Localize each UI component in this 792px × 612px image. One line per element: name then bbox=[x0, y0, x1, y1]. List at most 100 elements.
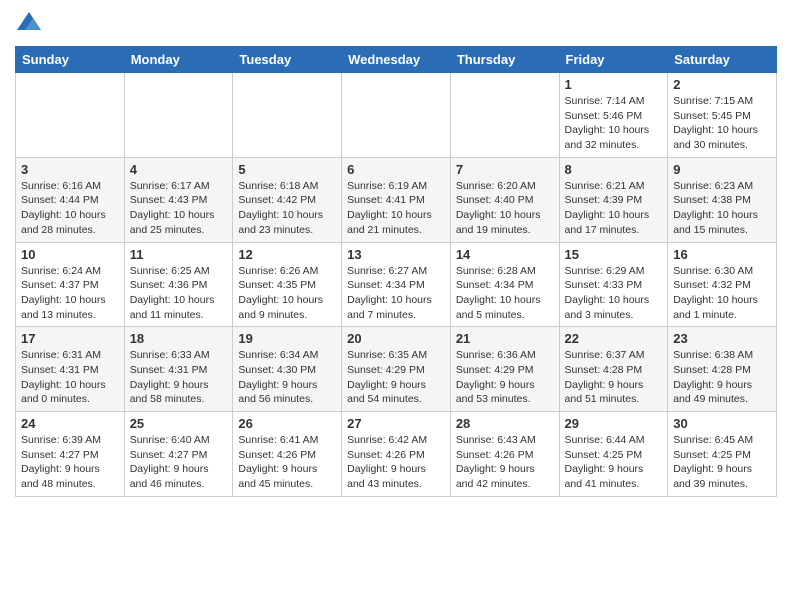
day-number: 10 bbox=[21, 247, 119, 262]
calendar-day-cell: 9 Sunrise: 6:23 AM Sunset: 4:38 PM Daylig… bbox=[668, 157, 777, 242]
day-number: 6 bbox=[347, 162, 445, 177]
calendar-day-cell: 28 Sunrise: 6:43 AM Sunset: 4:26 PM Dayli… bbox=[450, 412, 559, 497]
day-info: Sunrise: 6:36 AM Sunset: 4:29 PM Dayligh… bbox=[456, 348, 554, 407]
day-number: 4 bbox=[130, 162, 228, 177]
day-info: Sunrise: 6:34 AM Sunset: 4:30 PM Dayligh… bbox=[238, 348, 336, 407]
day-info: Sunrise: 6:17 AM Sunset: 4:43 PM Dayligh… bbox=[130, 179, 228, 238]
day-number: 9 bbox=[673, 162, 771, 177]
day-number: 13 bbox=[347, 247, 445, 262]
calendar-day-cell: 13Sunrise: 6:27 AM Sunset: 4:34 PM Dayli… bbox=[342, 242, 451, 327]
day-info: Sunrise: 6:19 AM Sunset: 4:41 PM Dayligh… bbox=[347, 179, 445, 238]
day-info: Sunrise: 6:30 AM Sunset: 4:32 PM Dayligh… bbox=[673, 264, 771, 323]
weekday-header-monday: Monday bbox=[124, 47, 233, 73]
calendar-day-cell: 10 Sunrise: 6:24 AM Sunset: 4:37 PM Dayli… bbox=[16, 242, 125, 327]
day-info: Sunrise: 6:42 AM Sunset: 4:26 PM Dayligh… bbox=[347, 433, 445, 492]
day-info: Sunrise: 6:24 AM Sunset: 4:37 PM Dayligh… bbox=[21, 264, 119, 323]
day-number: 22 bbox=[565, 331, 663, 346]
calendar-day-cell: 30 Sunrise: 6:45 AM Sunset: 4:25 PM Dayli… bbox=[668, 412, 777, 497]
calendar-day-cell bbox=[124, 73, 233, 158]
calendar-day-cell bbox=[16, 73, 125, 158]
weekday-header-wednesday: Wednesday bbox=[342, 47, 451, 73]
day-number: 14 bbox=[456, 247, 554, 262]
day-number: 16 bbox=[673, 247, 771, 262]
day-info: Sunrise: 6:25 AM Sunset: 4:36 PM Dayligh… bbox=[130, 264, 228, 323]
day-info: Sunrise: 6:18 AM Sunset: 4:42 PM Dayligh… bbox=[238, 179, 336, 238]
calendar-day-cell: 12 Sunrise: 6:26 AM Sunset: 4:35 PM Dayli… bbox=[233, 242, 342, 327]
calendar-day-cell: 14 Sunrise: 6:28 AM Sunset: 4:34 PM Dayli… bbox=[450, 242, 559, 327]
day-info: Sunrise: 6:26 AM Sunset: 4:35 PM Dayligh… bbox=[238, 264, 336, 323]
calendar-table: SundayMondayTuesdayWednesdayThursdayFrid… bbox=[15, 46, 777, 497]
day-number: 12 bbox=[238, 247, 336, 262]
day-info: Sunrise: 6:37 AM Sunset: 4:28 PM Dayligh… bbox=[565, 348, 663, 407]
calendar-day-cell: 7 Sunrise: 6:20 AM Sunset: 4:40 PM Daylig… bbox=[450, 157, 559, 242]
day-info: Sunrise: 7:15 AM Sunset: 5:45 PM Dayligh… bbox=[673, 94, 771, 153]
page: SundayMondayTuesdayWednesdayThursdayFrid… bbox=[0, 0, 792, 507]
weekday-header-saturday: Saturday bbox=[668, 47, 777, 73]
day-number: 8 bbox=[565, 162, 663, 177]
day-info: Sunrise: 6:38 AM Sunset: 4:28 PM Dayligh… bbox=[673, 348, 771, 407]
day-info: Sunrise: 6:44 AM Sunset: 4:25 PM Dayligh… bbox=[565, 433, 663, 492]
day-info: Sunrise: 6:45 AM Sunset: 4:25 PM Dayligh… bbox=[673, 433, 771, 492]
calendar-day-cell: 3Sunrise: 6:16 AM Sunset: 4:44 PM Daylig… bbox=[16, 157, 125, 242]
day-number: 21 bbox=[456, 331, 554, 346]
calendar-day-cell: 22 Sunrise: 6:37 AM Sunset: 4:28 PM Dayli… bbox=[559, 327, 668, 412]
day-number: 25 bbox=[130, 416, 228, 431]
day-number: 11 bbox=[130, 247, 228, 262]
calendar-week-row: 17 Sunrise: 6:31 AM Sunset: 4:31 PM Dayli… bbox=[16, 327, 777, 412]
day-number: 30 bbox=[673, 416, 771, 431]
day-info: Sunrise: 6:41 AM Sunset: 4:26 PM Dayligh… bbox=[238, 433, 336, 492]
day-info: Sunrise: 6:31 AM Sunset: 4:31 PM Dayligh… bbox=[21, 348, 119, 407]
header bbox=[15, 10, 777, 38]
calendar-day-cell: 11 Sunrise: 6:25 AM Sunset: 4:36 PM Dayli… bbox=[124, 242, 233, 327]
weekday-header-sunday: Sunday bbox=[16, 47, 125, 73]
calendar-day-cell: 26 Sunrise: 6:41 AM Sunset: 4:26 PM Dayli… bbox=[233, 412, 342, 497]
day-info: Sunrise: 6:23 AM Sunset: 4:38 PM Dayligh… bbox=[673, 179, 771, 238]
day-number: 19 bbox=[238, 331, 336, 346]
day-info: Sunrise: 7:14 AM Sunset: 5:46 PM Dayligh… bbox=[565, 94, 663, 153]
day-number: 2 bbox=[673, 77, 771, 92]
calendar-day-cell: 1 Sunrise: 7:14 AM Sunset: 5:46 PM Daylig… bbox=[559, 73, 668, 158]
weekday-header-friday: Friday bbox=[559, 47, 668, 73]
calendar-week-row: 10 Sunrise: 6:24 AM Sunset: 4:37 PM Dayli… bbox=[16, 242, 777, 327]
calendar-day-cell: 6 Sunrise: 6:19 AM Sunset: 4:41 PM Daylig… bbox=[342, 157, 451, 242]
calendar-day-cell: 27 Sunrise: 6:42 AM Sunset: 4:26 PM Dayli… bbox=[342, 412, 451, 497]
day-number: 5 bbox=[238, 162, 336, 177]
calendar-day-cell: 21 Sunrise: 6:36 AM Sunset: 4:29 PM Dayli… bbox=[450, 327, 559, 412]
day-number: 26 bbox=[238, 416, 336, 431]
weekday-header-tuesday: Tuesday bbox=[233, 47, 342, 73]
calendar-day-cell: 19 Sunrise: 6:34 AM Sunset: 4:30 PM Dayli… bbox=[233, 327, 342, 412]
day-number: 29 bbox=[565, 416, 663, 431]
day-info: Sunrise: 6:43 AM Sunset: 4:26 PM Dayligh… bbox=[456, 433, 554, 492]
day-info: Sunrise: 6:20 AM Sunset: 4:40 PM Dayligh… bbox=[456, 179, 554, 238]
day-number: 24 bbox=[21, 416, 119, 431]
day-number: 17 bbox=[21, 331, 119, 346]
day-number: 1 bbox=[565, 77, 663, 92]
day-number: 27 bbox=[347, 416, 445, 431]
weekday-header-thursday: Thursday bbox=[450, 47, 559, 73]
day-info: Sunrise: 6:16 AM Sunset: 4:44 PM Dayligh… bbox=[21, 179, 119, 238]
calendar-day-cell: 25 Sunrise: 6:40 AM Sunset: 4:27 PM Dayli… bbox=[124, 412, 233, 497]
calendar-day-cell: 4 Sunrise: 6:17 AM Sunset: 4:43 PM Daylig… bbox=[124, 157, 233, 242]
day-number: 7 bbox=[456, 162, 554, 177]
day-info: Sunrise: 6:40 AM Sunset: 4:27 PM Dayligh… bbox=[130, 433, 228, 492]
calendar-day-cell: 5 Sunrise: 6:18 AM Sunset: 4:42 PM Daylig… bbox=[233, 157, 342, 242]
calendar-day-cell bbox=[342, 73, 451, 158]
day-info: Sunrise: 6:35 AM Sunset: 4:29 PM Dayligh… bbox=[347, 348, 445, 407]
day-number: 20 bbox=[347, 331, 445, 346]
day-info: Sunrise: 6:28 AM Sunset: 4:34 PM Dayligh… bbox=[456, 264, 554, 323]
calendar-day-cell: 29 Sunrise: 6:44 AM Sunset: 4:25 PM Dayli… bbox=[559, 412, 668, 497]
calendar-day-cell bbox=[233, 73, 342, 158]
logo bbox=[15, 10, 47, 38]
day-info: Sunrise: 6:33 AM Sunset: 4:31 PM Dayligh… bbox=[130, 348, 228, 407]
calendar-day-cell: 8Sunrise: 6:21 AM Sunset: 4:39 PM Daylig… bbox=[559, 157, 668, 242]
calendar-week-row: 24Sunrise: 6:39 AM Sunset: 4:27 PM Dayli… bbox=[16, 412, 777, 497]
day-number: 18 bbox=[130, 331, 228, 346]
day-number: 28 bbox=[456, 416, 554, 431]
weekday-header-row: SundayMondayTuesdayWednesdayThursdayFrid… bbox=[16, 47, 777, 73]
calendar-day-cell: 23 Sunrise: 6:38 AM Sunset: 4:28 PM Dayli… bbox=[668, 327, 777, 412]
calendar-day-cell: 15Sunrise: 6:29 AM Sunset: 4:33 PM Dayli… bbox=[559, 242, 668, 327]
calendar-day-cell: 24Sunrise: 6:39 AM Sunset: 4:27 PM Dayli… bbox=[16, 412, 125, 497]
calendar-day-cell: 16 Sunrise: 6:30 AM Sunset: 4:32 PM Dayli… bbox=[668, 242, 777, 327]
calendar-week-row: 3Sunrise: 6:16 AM Sunset: 4:44 PM Daylig… bbox=[16, 157, 777, 242]
day-number: 23 bbox=[673, 331, 771, 346]
